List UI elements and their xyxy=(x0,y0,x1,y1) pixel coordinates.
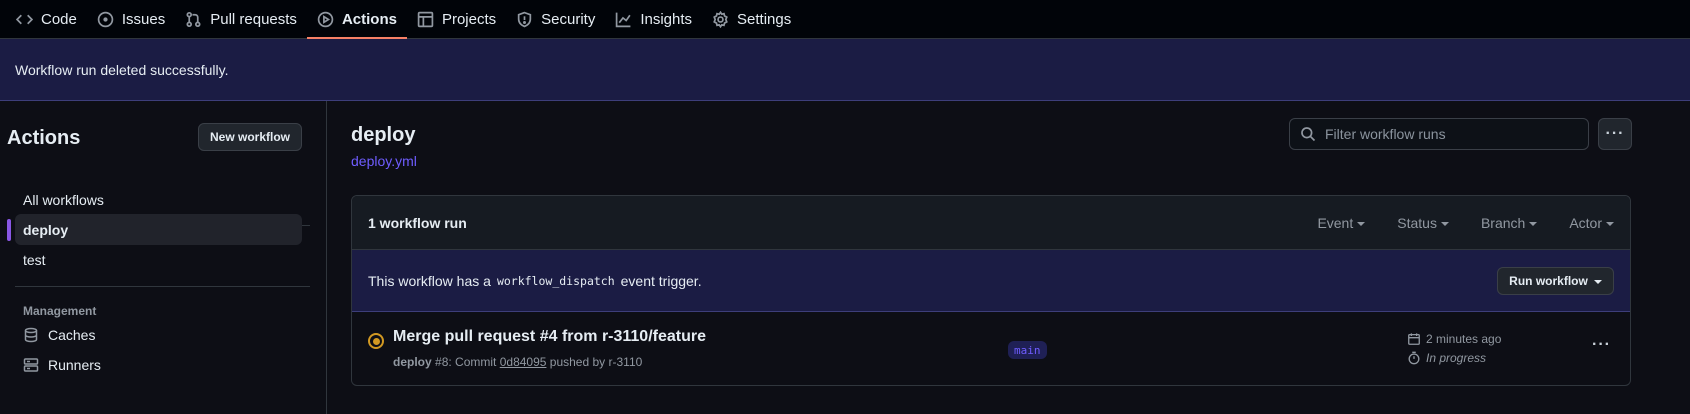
pushed-by: pushed by r-3110 xyxy=(549,355,643,369)
calendar-icon xyxy=(1408,333,1420,345)
run-meta: deploy #8: Commit 0d84095 pushed by r-31… xyxy=(393,355,642,369)
filter-runs-field[interactable] xyxy=(1289,118,1589,150)
workflow-run-row[interactable]: Merge pull request #4 from r-3110/featur… xyxy=(352,312,1630,385)
shield-icon xyxy=(517,11,532,27)
tab-label: Issues xyxy=(121,10,166,28)
run-filters: Event Status Branch Actor xyxy=(1285,196,1614,250)
sidebar-item-test[interactable]: test xyxy=(15,244,302,275)
run-time-text: 2 minutes ago xyxy=(1426,332,1502,346)
sidebar-item-label: test xyxy=(23,251,46,268)
flash-message: Workflow run deleted successfully. xyxy=(15,61,229,78)
caret-down-icon xyxy=(1593,280,1602,284)
filter-label: Actor xyxy=(1569,215,1602,231)
caret-down-icon xyxy=(1606,222,1614,226)
sidebar-item-label: Runners xyxy=(48,356,101,373)
run-commit-prefix: : Commit xyxy=(448,355,497,369)
sidebar-item-label: Caches xyxy=(48,326,96,343)
sidebar-item-label: deploy xyxy=(23,221,69,238)
run-workflow-name: deploy xyxy=(393,355,432,369)
workflow-file-link[interactable]: deploy.yml xyxy=(351,153,417,169)
tab-actions[interactable]: Actions xyxy=(306,0,407,39)
run-workflow-label: Run workflow xyxy=(1509,274,1588,288)
sidebar-title: Actions xyxy=(7,127,81,149)
actions-sidebar: Actions New workflow All workflows deplo… xyxy=(0,101,327,414)
sidebar-item-runners[interactable]: Runners xyxy=(15,349,101,380)
branch-label[interactable]: main xyxy=(1008,341,1047,359)
tab-label: Insights xyxy=(640,10,693,28)
tab-settings[interactable]: Settings xyxy=(702,0,801,38)
table-icon xyxy=(417,11,434,27)
database-icon xyxy=(24,327,38,342)
branch-filter-dropdown[interactable]: Branch xyxy=(1480,215,1538,231)
search-icon xyxy=(1301,127,1316,142)
run-status-text: In progress xyxy=(1426,351,1487,365)
sidebar-item-caches[interactable]: Caches xyxy=(15,319,95,350)
tab-insights[interactable]: Insights xyxy=(605,0,702,38)
filter-label: Status xyxy=(1397,215,1437,231)
sidebar-item-all-workflows[interactable]: All workflows xyxy=(15,184,302,215)
tab-label: Settings xyxy=(737,10,792,28)
tab-label: Code xyxy=(41,10,77,28)
management-heading: Management xyxy=(23,304,97,318)
event-filter-dropdown[interactable]: Event xyxy=(1317,215,1366,231)
tab-label: Projects xyxy=(441,10,497,28)
divider xyxy=(15,286,310,287)
run-status: In progress xyxy=(1407,351,1486,365)
filter-runs-input[interactable] xyxy=(1325,126,1575,142)
tab-code[interactable]: Code xyxy=(6,0,87,38)
actor-filter-dropdown[interactable]: Actor xyxy=(1569,215,1614,231)
issue-opened-icon xyxy=(97,11,114,27)
dispatch-suffix: event trigger. xyxy=(620,272,702,289)
run-time: 2 minutes ago xyxy=(1407,332,1501,346)
tab-projects[interactable]: Projects xyxy=(407,0,506,38)
runs-header: 1 workflow run Event Status Branch Actor xyxy=(352,196,1630,250)
caret-down-icon xyxy=(1440,222,1449,226)
gear-icon xyxy=(713,10,728,28)
status-filter-dropdown[interactable]: Status xyxy=(1397,215,1449,231)
sidebar-item-deploy[interactable]: deploy xyxy=(7,214,302,245)
runs-count: 1 workflow run xyxy=(368,214,467,231)
in-progress-status-icon xyxy=(368,333,384,349)
play-icon xyxy=(317,11,334,27)
dispatch-event-code: workflow_dispatch xyxy=(496,273,615,288)
git-pull-request-icon xyxy=(186,11,201,27)
tab-issues[interactable]: Issues xyxy=(87,0,175,38)
code-icon xyxy=(16,14,33,24)
workflow-title: deploy xyxy=(351,124,416,146)
graph-icon xyxy=(616,12,631,27)
run-workflow-button[interactable]: Run workflow xyxy=(1497,267,1614,295)
tab-label: Actions xyxy=(341,10,397,28)
tab-label: Pull requests xyxy=(210,10,297,28)
more-options-button[interactable]: ··· xyxy=(1598,118,1632,150)
dispatch-banner: This workflow has a workflow_dispatch ev… xyxy=(352,250,1630,312)
filter-label: Branch xyxy=(1480,215,1526,231)
server-icon xyxy=(23,357,39,372)
tab-security[interactable]: Security xyxy=(506,0,605,38)
new-workflow-button[interactable]: New workflow xyxy=(198,123,302,151)
run-number: #8 xyxy=(435,355,449,369)
run-title[interactable]: Merge pull request #4 from r-3110/featur… xyxy=(393,328,706,346)
commit-sha-link[interactable]: 0d84095 xyxy=(500,355,547,369)
repo-nav: Code Issues Pull requests Actions Projec… xyxy=(0,0,1690,39)
stopwatch-icon xyxy=(1408,351,1420,365)
workflow-runs-box: 1 workflow run Event Status Branch Actor… xyxy=(351,195,1631,386)
caret-down-icon xyxy=(1529,222,1538,226)
flash-banner: Workflow run deleted successfully. xyxy=(0,39,1690,101)
dispatch-prefix: This workflow has a xyxy=(368,272,491,289)
run-more-options-button[interactable]: ··· xyxy=(1592,336,1611,354)
tab-label: Security xyxy=(541,10,596,28)
tab-pull-requests[interactable]: Pull requests xyxy=(175,0,307,38)
filter-label: Event xyxy=(1317,215,1354,231)
sidebar-item-label: All workflows xyxy=(23,191,104,208)
caret-down-icon xyxy=(1357,222,1366,226)
